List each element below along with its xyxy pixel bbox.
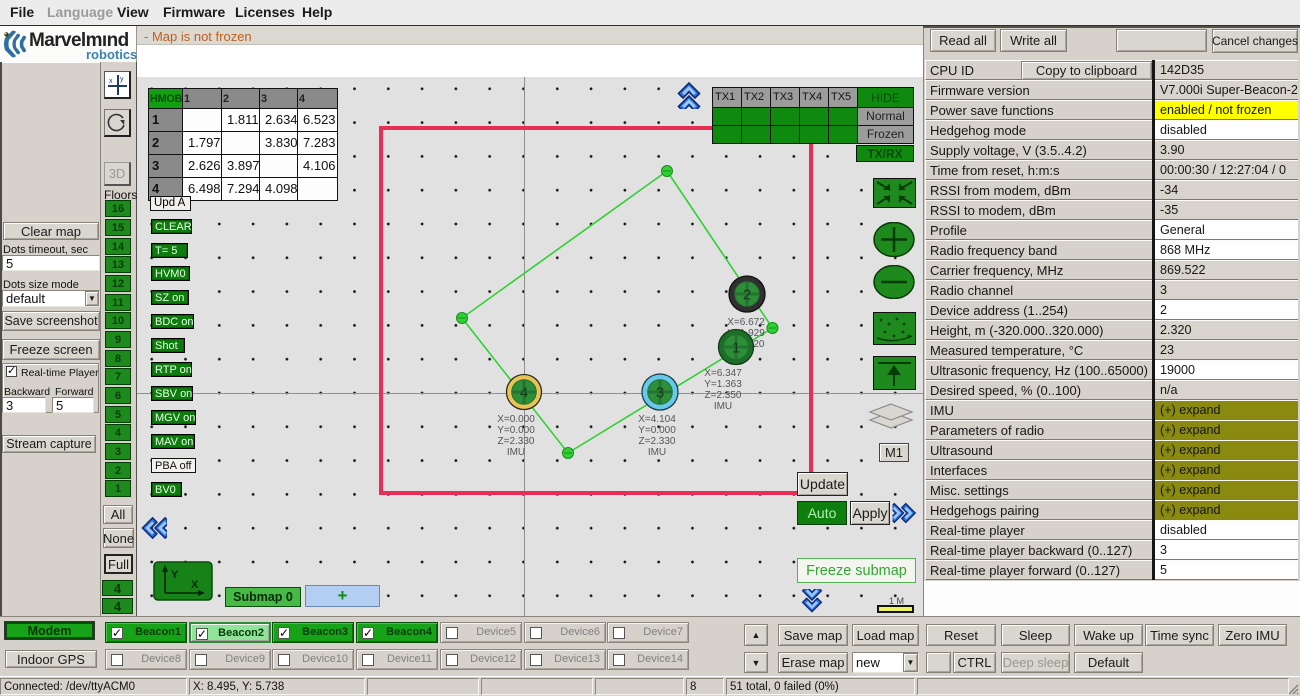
svg-text:X: X — [191, 579, 199, 591]
svg-text:3: 3 — [656, 385, 664, 402]
svg-text:4: 4 — [519, 385, 527, 402]
svg-text:y: y — [120, 76, 124, 83]
svg-text:2: 2 — [743, 287, 751, 304]
svg-text:x: x — [109, 78, 113, 85]
svg-text:Y: Y — [171, 569, 179, 581]
svg-text:1: 1 — [731, 340, 739, 357]
